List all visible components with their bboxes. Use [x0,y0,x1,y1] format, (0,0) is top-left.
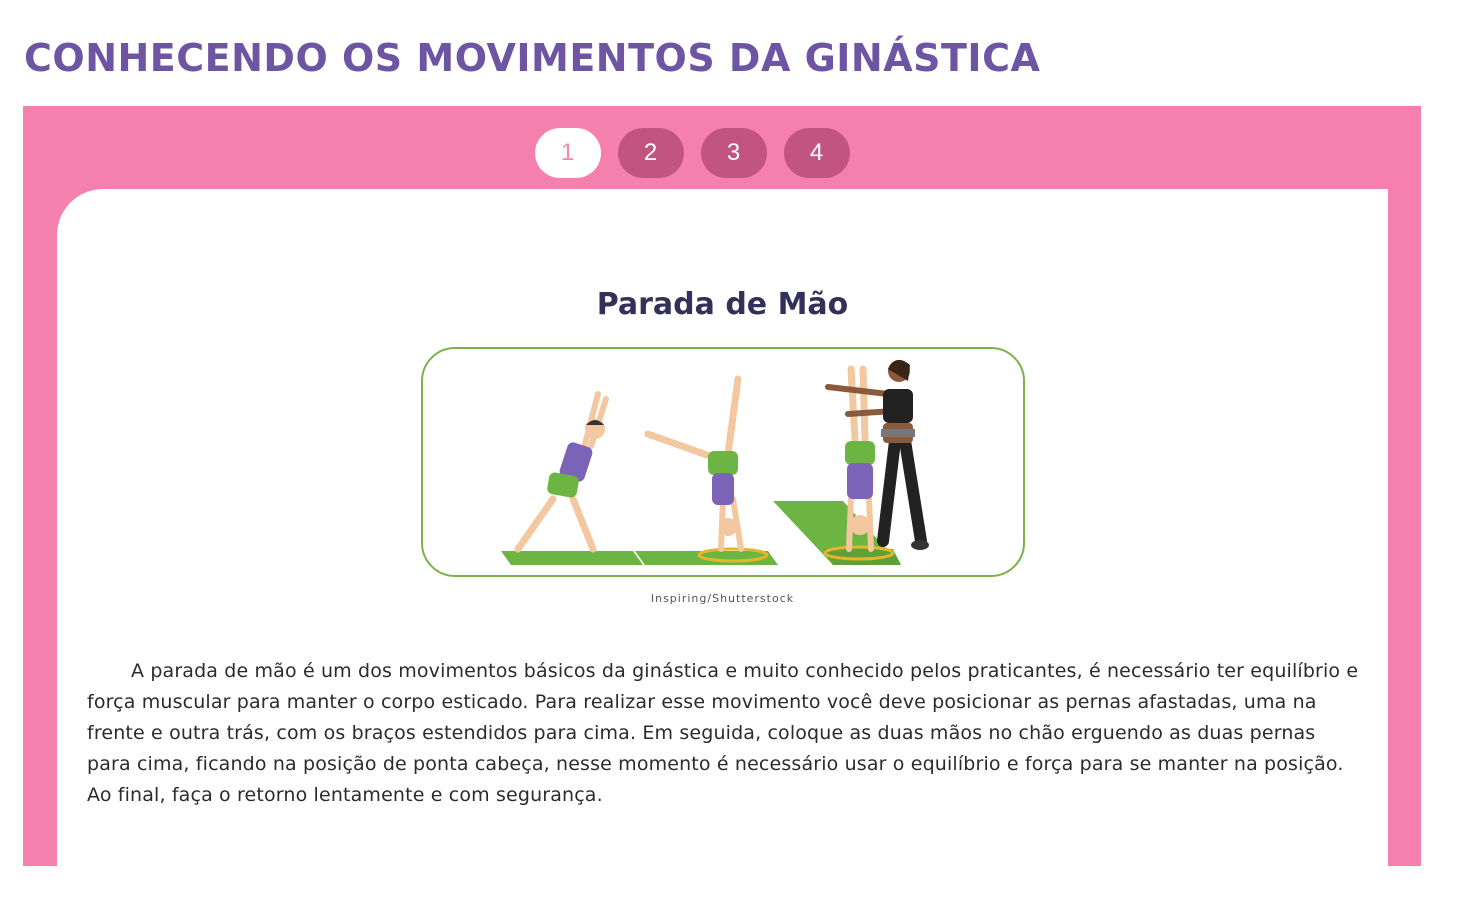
slide-tabs: 1 2 3 4 [23,128,1421,178]
image-credit: Inspiring/Shutterstock [650,592,795,605]
slide-card: Parada de Mão Inspiring/Shutterstock A p… [57,189,1388,909]
tab-4[interactable]: 4 [783,128,850,178]
page-title: CONHECENDO OS MOVIMENTOS DA GINÁSTICA [24,36,1041,80]
handstand-illustration [421,347,1025,577]
slide-body-text: A parada de mão é um dos movimentos bási… [87,660,1359,806]
slide-title: Parada de Mão [596,287,849,322]
tab-3[interactable]: 3 [700,128,767,178]
tab-2[interactable]: 2 [617,128,684,178]
carousel-panel: 1 2 3 4 Parada de Mão Inspiring/Shutters… [23,106,1421,909]
handstand-illustration-icon [501,359,929,565]
tab-1[interactable]: 1 [534,128,601,178]
